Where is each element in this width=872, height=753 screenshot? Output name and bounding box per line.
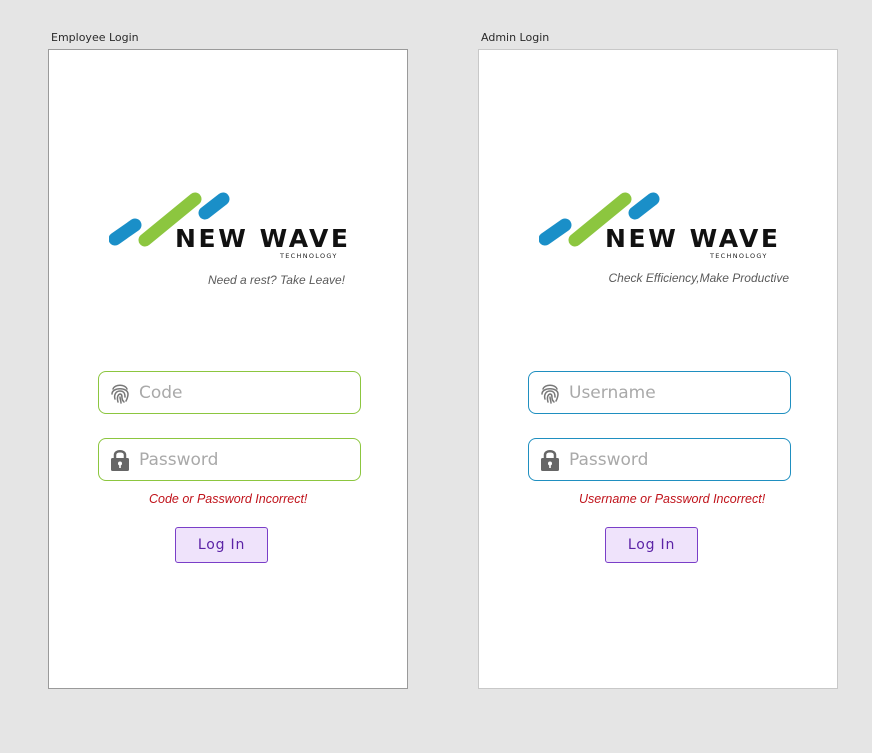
logo-wordmark: NEW WAVE [175,224,351,253]
password-input[interactable] [139,449,339,470]
password-input[interactable] [569,449,769,470]
logo-subtitle: TECHNOLOGY [710,252,768,260]
error-message: Username or Password Incorrect! [579,492,766,506]
new-wave-logo: NEW WAVE TECHNOLOGY [539,190,784,265]
fingerprint-icon [539,381,561,405]
fingerprint-icon [109,381,131,405]
password-field[interactable] [528,438,791,481]
username-field[interactable] [528,371,791,414]
password-field[interactable] [98,438,361,481]
login-button[interactable]: Log In [175,527,268,563]
logo-wordmark: NEW WAVE [605,224,781,253]
lock-icon [539,448,561,472]
new-wave-logo: NEW WAVE TECHNOLOGY [109,190,354,265]
lock-icon [109,448,131,472]
username-input[interactable] [569,382,769,403]
admin-frame-label: Admin Login [481,31,550,44]
logo-subtitle: TECHNOLOGY [280,252,338,260]
tagline: Check Efficiency,Make Productive [608,271,789,285]
error-message: Code or Password Incorrect! [149,492,308,506]
admin-login-screen: NEW WAVE TECHNOLOGY Check Efficiency,Mak… [478,49,838,689]
employee-login-screen: NEW WAVE TECHNOLOGY Need a rest? Take Le… [48,49,408,689]
employee-frame-label: Employee Login [51,31,139,44]
tagline: Need a rest? Take Leave! [208,273,345,287]
code-input[interactable] [139,382,339,403]
code-field[interactable] [98,371,361,414]
login-button[interactable]: Log In [605,527,698,563]
